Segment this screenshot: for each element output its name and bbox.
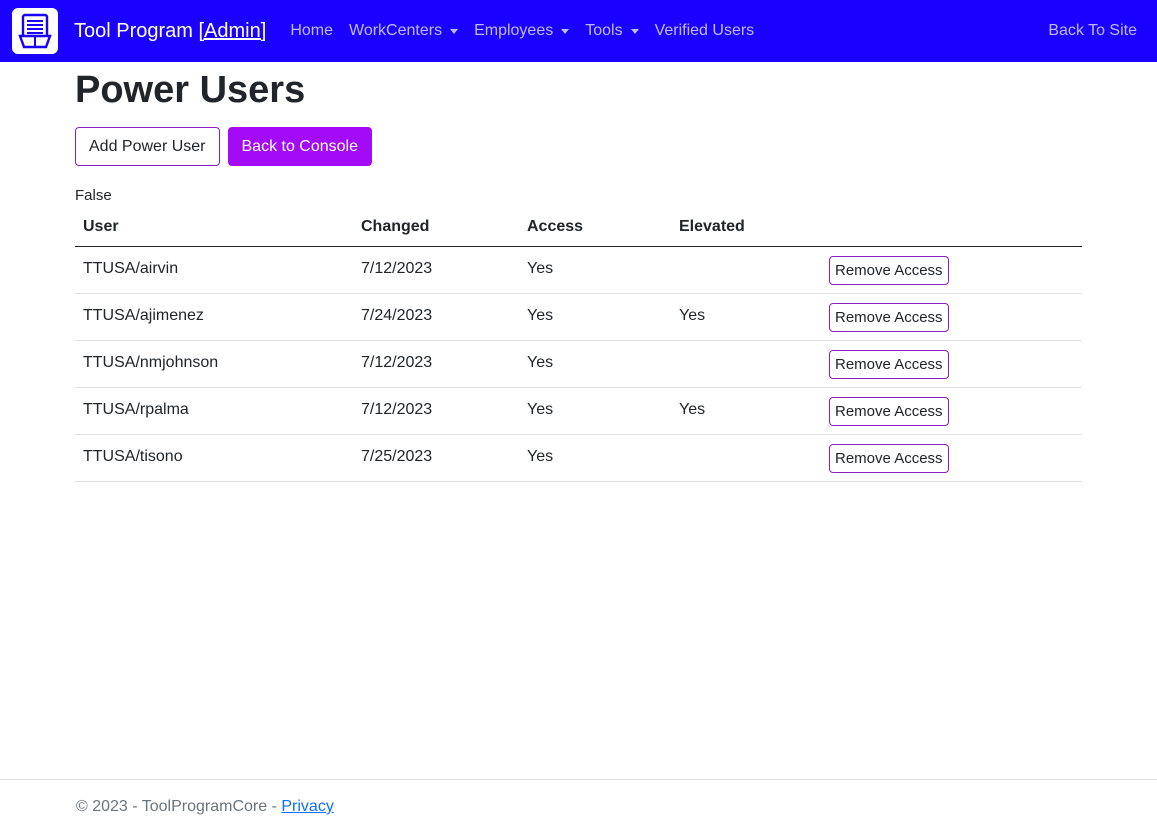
- cell-user: TTUSA/rpalma: [75, 387, 353, 435]
- power-users-table: User Changed Access Elevated TTUSA/airvi…: [75, 211, 1082, 482]
- header-access: Access: [519, 211, 671, 247]
- table-row: TTUSA/airvin 7/12/2023 Yes Remove Access: [75, 246, 1082, 294]
- nav-home[interactable]: Home: [290, 22, 333, 40]
- nav-employees-label: Employees: [474, 22, 554, 39]
- admin-link[interactable]: [Admin]: [199, 20, 267, 42]
- cell-user: TTUSA/ajimenez: [75, 293, 353, 341]
- table-row: TTUSA/ajimenez 7/24/2023 Yes Yes Remove …: [75, 293, 1082, 341]
- table-row: TTUSA/nmjohnson 7/12/2023 Yes Remove Acc…: [75, 340, 1082, 388]
- nav-workcenters-label: WorkCenters: [349, 22, 443, 39]
- remove-access-button[interactable]: Remove Access: [829, 302, 949, 332]
- action-buttons: Add Power User Back to Console: [75, 127, 1082, 166]
- back-to-site-link[interactable]: Back To Site: [1048, 22, 1137, 40]
- nav-verified-users[interactable]: Verified Users: [655, 22, 755, 40]
- nav-workcenters-dropdown[interactable]: WorkCenters: [349, 22, 459, 40]
- add-power-user-button[interactable]: Add Power User: [75, 127, 220, 166]
- cell-access: Yes: [519, 340, 671, 388]
- remove-access-button[interactable]: Remove Access: [829, 255, 949, 285]
- document-icon[interactable]: [12, 8, 58, 54]
- nav-tools-label: Tools: [585, 22, 623, 39]
- footer: © 2023 - ToolProgramCore - Privacy: [0, 779, 1157, 816]
- copyright-text: © 2023 - ToolProgramCore -: [76, 798, 282, 815]
- header-changed: Changed: [353, 211, 519, 247]
- nav-tools-dropdown[interactable]: Tools: [585, 22, 639, 40]
- nav-verified-users-label: Verified Users: [654, 22, 755, 39]
- main-content: Power Users Add Power User Back to Conso…: [0, 70, 1157, 482]
- brand-title[interactable]: Tool Program [Admin]: [74, 20, 266, 43]
- cell-access: Yes: [519, 434, 671, 482]
- page-title: Power Users: [75, 69, 306, 111]
- cell-access: Yes: [519, 387, 671, 435]
- cell-access: Yes: [519, 246, 671, 294]
- remove-access-button[interactable]: Remove Access: [829, 349, 949, 379]
- table-header-row: User Changed Access Elevated: [75, 211, 1082, 247]
- cell-changed: 7/12/2023: [353, 340, 519, 388]
- cell-elevated: [671, 434, 821, 482]
- caret-down-icon: [450, 29, 459, 34]
- cell-elevated: Yes: [671, 293, 821, 341]
- header-elevated: Elevated: [671, 211, 821, 247]
- back-to-console-button[interactable]: Back to Console: [227, 127, 373, 166]
- cell-user: TTUSA/tisono: [75, 434, 353, 482]
- nav-links: Home WorkCenters Employees Tools Verifie…: [290, 22, 1048, 40]
- nav-employees-dropdown[interactable]: Employees: [474, 22, 570, 40]
- caret-down-icon: [561, 29, 570, 34]
- cell-changed: 7/12/2023: [353, 246, 519, 294]
- cell-user: TTUSA/nmjohnson: [75, 340, 353, 388]
- cell-elevated: [671, 246, 821, 294]
- cell-changed: 7/12/2023: [353, 387, 519, 435]
- caret-down-icon: [630, 29, 639, 34]
- nav-home-label: Home: [290, 22, 333, 39]
- table-row: TTUSA/tisono 7/25/2023 Yes Remove Access: [75, 434, 1082, 482]
- cell-changed: 7/25/2023: [353, 434, 519, 482]
- remove-access-button[interactable]: Remove Access: [829, 396, 949, 426]
- cell-elevated: Yes: [671, 387, 821, 435]
- cell-user: TTUSA/airvin: [75, 246, 353, 294]
- status-text: False: [75, 187, 112, 204]
- cell-action: Remove Access: [821, 434, 1082, 482]
- header-actions: [821, 211, 1082, 247]
- navbar: Tool Program [Admin] Home WorkCenters Em…: [0, 0, 1157, 62]
- table-row: TTUSA/rpalma 7/12/2023 Yes Yes Remove Ac…: [75, 387, 1082, 435]
- cell-elevated: [671, 340, 821, 388]
- brand-name: Tool Program: [74, 19, 193, 42]
- cell-access: Yes: [519, 293, 671, 341]
- cell-action: Remove Access: [821, 387, 1082, 435]
- privacy-link[interactable]: Privacy: [281, 798, 333, 815]
- cell-changed: 7/24/2023: [353, 293, 519, 341]
- cell-action: Remove Access: [821, 340, 1082, 388]
- cell-action: Remove Access: [821, 246, 1082, 294]
- cell-action: Remove Access: [821, 293, 1082, 341]
- remove-access-button[interactable]: Remove Access: [829, 443, 949, 473]
- header-user: User: [75, 211, 353, 247]
